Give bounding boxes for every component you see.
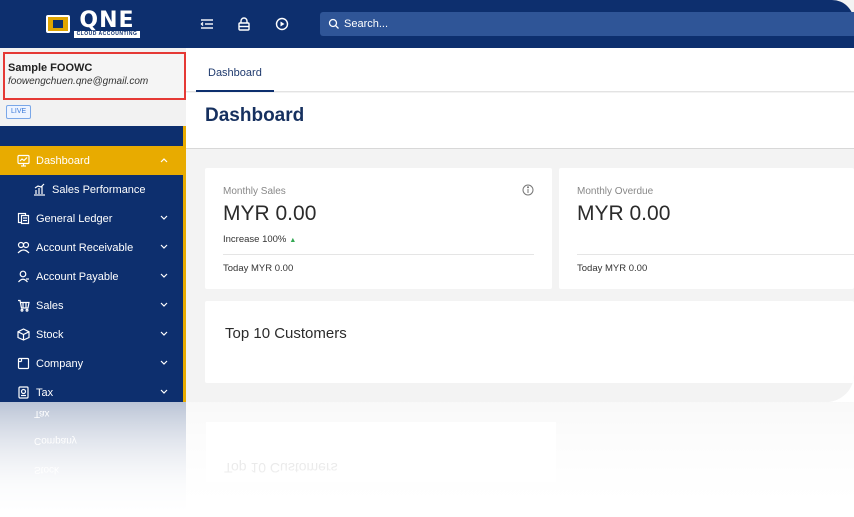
tax-icon <box>16 386 30 400</box>
sidebar: Sample FOOWC foowengchuen.qne@gmail.com … <box>0 48 186 402</box>
card-today: Today MYR 0.00 <box>223 263 294 274</box>
triangle-up-icon: ▲ <box>289 237 297 244</box>
card-today: Today MYR 0.00 <box>577 263 648 274</box>
sidebar-item-dashboard[interactable]: Dashboard <box>0 146 186 175</box>
lock-icon[interactable] <box>235 15 253 33</box>
sidebar-item-label: Tax <box>36 386 54 399</box>
top10-customers-card: Top 10 Customers <box>205 301 854 383</box>
info-icon[interactable] <box>522 184 534 196</box>
receivable-icon <box>16 241 30 255</box>
app-window: QNE CLOUD ACCOUNTING Search... Sample FO… <box>0 0 854 402</box>
sidebar-item-tax[interactable]: Tax <box>0 378 186 402</box>
chevron-down-icon <box>160 272 168 280</box>
main-content: Dashboard Dashboard Monthly Sales MYR 0.… <box>186 48 854 402</box>
sidebar-nav: Dashboard Sales Performance General Ledg… <box>0 146 186 402</box>
sidebar-item-stock[interactable]: Stock <box>0 320 186 349</box>
company-icon <box>16 357 30 371</box>
sidebar-item-label: General Ledger <box>36 212 113 225</box>
sidebar-item-label: Sales <box>36 299 64 312</box>
sidebar-item-company[interactable]: Company <box>0 349 186 378</box>
sidebar-item-sales-performance[interactable]: Sales Performance <box>0 175 186 204</box>
tab-dashboard[interactable]: Dashboard <box>196 60 274 92</box>
bar-chart-icon <box>32 183 46 197</box>
sidebar-item-account-receivable[interactable]: Account Receivable <box>0 233 186 262</box>
chevron-up-icon <box>160 156 168 164</box>
increase-label: Increase 100% <box>223 234 287 245</box>
card-title: Top 10 Customers <box>225 325 347 342</box>
page-header: Dashboard <box>186 93 854 149</box>
live-badge: LIVE <box>6 105 32 119</box>
search-icon <box>328 18 339 29</box>
profile-highlight[interactable]: Sample FOOWC foowengchuen.qne@gmail.com <box>3 52 186 100</box>
chevron-down-icon <box>160 330 168 338</box>
sidebar-item-label: Dashboard <box>36 154 90 167</box>
monthly-overdue-card: Monthly Overdue MYR 0.00 Today MYR 0.00 <box>559 168 854 289</box>
reflection: Tax Company Stock Top 10 Customers <box>0 402 854 517</box>
monitor-icon <box>16 154 30 168</box>
divider <box>577 254 854 255</box>
card-value: MYR 0.00 <box>223 202 317 225</box>
sidebar-item-label: Account Receivable <box>36 241 134 254</box>
chevron-down-icon <box>160 243 168 251</box>
logo-icon <box>45 15 70 33</box>
sidebar-item-label: Company <box>36 357 84 370</box>
sidebar-item-label: Sales Performance <box>52 183 146 196</box>
chevron-down-icon <box>160 388 168 396</box>
user-email: foowengchuen.qne@gmail.com <box>8 76 149 87</box>
profile-panel: Sample FOOWC foowengchuen.qne@gmail.com … <box>0 48 186 126</box>
sidebar-item-account-payable[interactable]: Account Payable <box>0 262 186 291</box>
card-value: MYR 0.00 <box>577 202 671 225</box>
logo[interactable]: QNE CLOUD ACCOUNTING <box>0 0 186 48</box>
increase-text: Increase 100% ▲ <box>223 234 296 245</box>
tab-bar: Dashboard <box>186 48 854 92</box>
logo-subtext: CLOUD ACCOUNTING <box>73 30 141 38</box>
company-name: Sample FOOWC <box>8 62 93 74</box>
card-label: Monthly Overdue <box>577 186 654 197</box>
logo-text: QNE <box>79 7 135 33</box>
sidebar-item-sales[interactable]: Sales <box>0 291 186 320</box>
search-input[interactable] <box>344 18 644 30</box>
monthly-sales-card: Monthly Sales MYR 0.00 Increase 100% ▲ To… <box>205 168 552 289</box>
chevron-down-icon <box>160 301 168 309</box>
page-title: Dashboard <box>205 105 305 126</box>
play-circle-icon[interactable] <box>273 15 291 33</box>
cart-icon <box>16 299 30 313</box>
divider <box>223 254 534 255</box>
card-label: Monthly Sales <box>223 186 286 197</box>
ledger-icon <box>16 212 30 226</box>
chevron-down-icon <box>160 359 168 367</box>
menu-toggle-icon[interactable] <box>198 15 216 33</box>
sidebar-item-general-ledger[interactable]: General Ledger <box>0 204 186 233</box>
sidebar-item-label: Account Payable <box>36 270 119 283</box>
box-icon <box>16 328 30 342</box>
chevron-down-icon <box>160 214 168 222</box>
logo-mark: QNE CLOUD ACCOUNTING <box>45 7 141 38</box>
top-bar: QNE CLOUD ACCOUNTING <box>0 0 854 48</box>
payable-icon <box>16 270 30 284</box>
sidebar-item-label: Stock <box>36 328 64 341</box>
search-bar[interactable] <box>320 12 854 36</box>
